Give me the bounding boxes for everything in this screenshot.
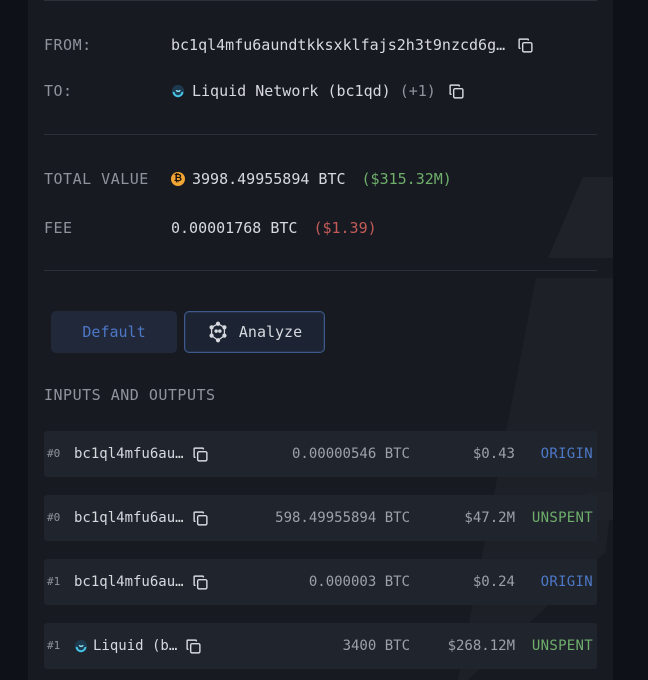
tab-analyze[interactable]: Analyze	[184, 311, 325, 353]
total-value-btc: 3998.49955894 BTC	[192, 170, 346, 188]
io-row-address-text: bc1ql4mfu6au…	[74, 510, 184, 526]
to-extra-count: (+1)	[399, 82, 436, 100]
total-value-label: TOTAL VALUE	[44, 170, 149, 188]
from-label: FROM:	[44, 36, 92, 54]
tab-default[interactable]: Default	[51, 311, 177, 353]
copy-icon[interactable]	[192, 574, 208, 590]
tab-default-label: Default	[82, 323, 146, 341]
io-row-address[interactable]: bc1ql4mfu6au…	[74, 559, 224, 605]
copy-icon[interactable]	[192, 510, 208, 526]
io-row-usd: $268.12M	[447, 638, 515, 654]
io-row-index: #1	[47, 575, 61, 588]
from-address[interactable]: bc1ql4mfu6aundtkksxklfajs2h3t9nzcd6g…	[171, 36, 533, 54]
copy-icon[interactable]	[517, 37, 533, 53]
fee-btc: 0.00001768 BTC	[171, 219, 298, 237]
io-row-usd: $0.43	[472, 446, 515, 462]
io-row-status[interactable]: ORIGIN	[541, 559, 593, 605]
liquid-network-icon	[74, 639, 88, 653]
io-row[interactable]: #1 Liquid (b… 3400 BTC $268.12M UNSPENT	[44, 623, 597, 669]
total-value: ₿ 3998.49955894 BTC ($315.32M)	[171, 170, 452, 188]
fee-value: 0.00001768 BTC ($1.39)	[171, 219, 377, 237]
io-row-index: #0	[47, 447, 61, 460]
analyze-icon	[209, 321, 227, 343]
copy-icon[interactable]	[185, 638, 201, 654]
copy-icon[interactable]	[192, 446, 208, 462]
divider-top	[44, 0, 597, 1]
io-row-address-text: bc1ql4mfu6au…	[74, 574, 184, 590]
liquid-network-icon	[171, 84, 185, 98]
fee-usd: ($1.39)	[313, 219, 377, 237]
from-address-text: bc1ql4mfu6aundtkksxklfajs2h3t9nzcd6g…	[171, 36, 506, 54]
divider-1	[44, 134, 597, 135]
transaction-panel: FROM: bc1ql4mfu6aundtkksxklfajs2h3t9nzcd…	[28, 0, 613, 680]
io-row-amount: 0.00000546 BTC	[291, 446, 410, 462]
io-row-amount: 598.49955894 BTC	[275, 510, 410, 526]
io-row[interactable]: #0 bc1ql4mfu6au… 598.49955894 BTC $47.2M…	[44, 495, 597, 541]
io-row[interactable]: #0 bc1ql4mfu6au… 0.00000546 BTC $0.43 OR…	[44, 431, 597, 477]
io-row-usd: $47.2M	[464, 510, 515, 526]
to-address-text: Liquid Network (bc1qd)	[192, 82, 391, 100]
io-row-status[interactable]: UNSPENT	[532, 623, 593, 669]
io-row-usd: $0.24	[472, 574, 515, 590]
io-row-address[interactable]: bc1ql4mfu6au…	[74, 495, 224, 541]
to-label: TO:	[44, 82, 73, 100]
io-row-amount: 3400 BTC	[342, 638, 410, 654]
io-row-address-text: Liquid (b…	[93, 638, 178, 654]
io-row-address[interactable]: bc1ql4mfu6au…	[74, 431, 224, 477]
fee-label: FEE	[44, 219, 73, 237]
io-row-amount: 0.000003 BTC	[308, 574, 410, 590]
io-row-status[interactable]: UNSPENT	[532, 495, 593, 541]
io-row-index: #0	[47, 511, 61, 524]
io-row-address[interactable]: Liquid (b…	[74, 623, 224, 669]
bitcoin-icon: ₿	[171, 172, 185, 186]
inputs-outputs-title: INPUTS AND OUTPUTS	[44, 386, 216, 404]
io-row-address-text: bc1ql4mfu6au…	[74, 446, 184, 462]
io-row[interactable]: #1 bc1ql4mfu6au… 0.000003 BTC $0.24 ORIG…	[44, 559, 597, 605]
copy-icon[interactable]	[448, 83, 464, 99]
divider-2	[44, 270, 597, 271]
to-address[interactable]: Liquid Network (bc1qd) (+1)	[171, 82, 464, 100]
io-row-index: #1	[47, 639, 61, 652]
tab-analyze-label: Analyze	[238, 323, 303, 341]
io-row-status[interactable]: ORIGIN	[541, 431, 593, 477]
total-value-usd: ($315.32M)	[361, 170, 452, 188]
